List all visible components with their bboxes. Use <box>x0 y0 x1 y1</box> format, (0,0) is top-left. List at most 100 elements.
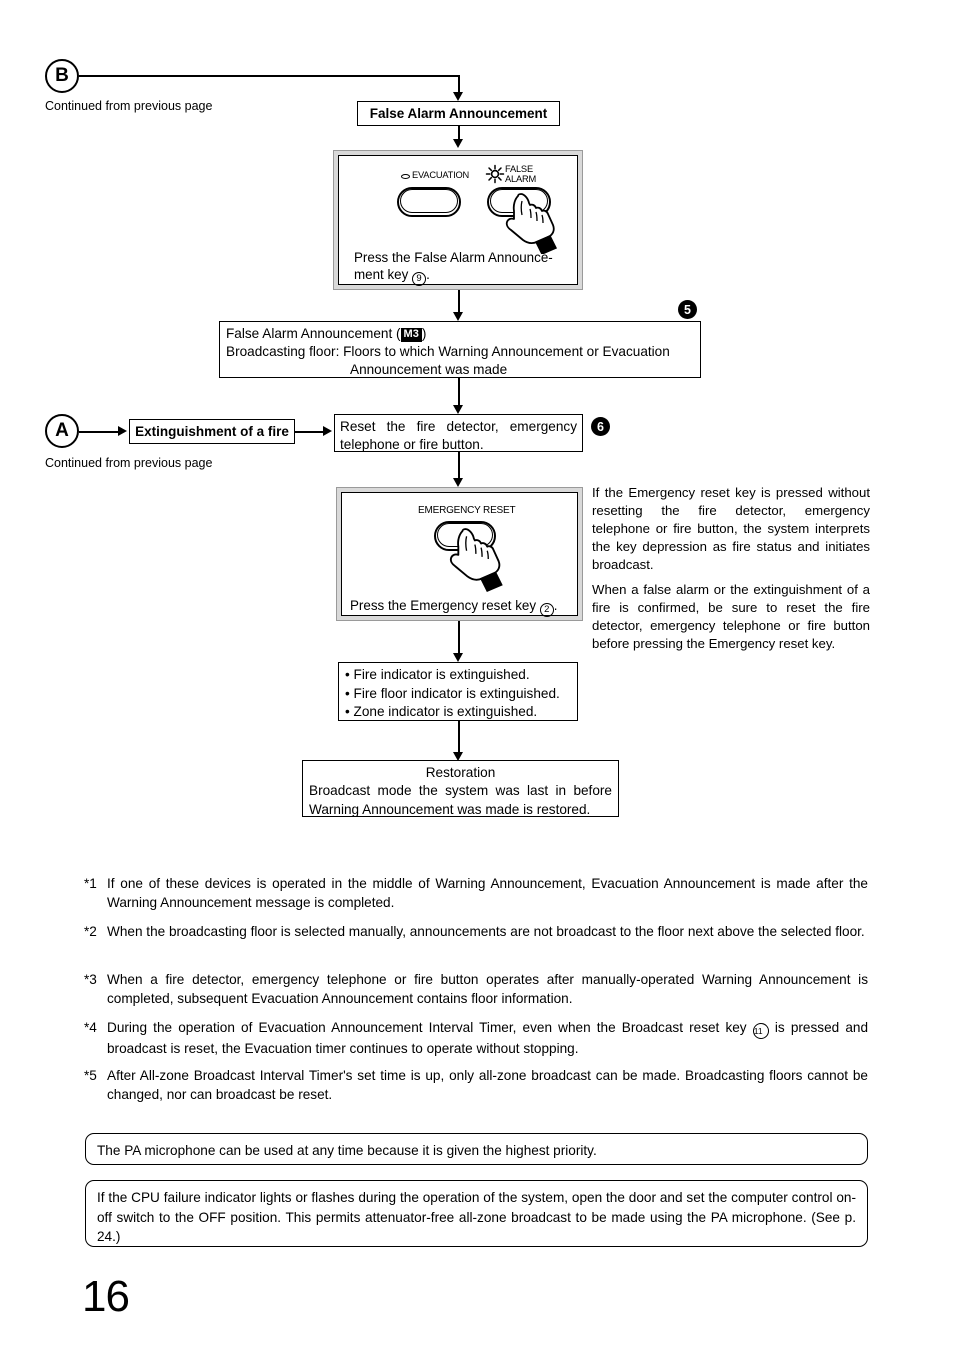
flow-arrow-announcement-to-reset <box>453 405 463 414</box>
flow-line-b-vertical <box>458 75 460 93</box>
emergency-reset-caption-text: Press the Emergency reset key <box>350 598 537 613</box>
false-alarm-key-panel-inner: EVACUATION FALSE ALARM Press the False A… <box>338 155 578 287</box>
note-box-cpu-failure: If the CPU failure indicator lights or f… <box>85 1180 868 1247</box>
footnote-4-text-before: During the operation of Evacuation Annou… <box>107 1020 747 1035</box>
flow-line-header-to-panel <box>458 126 460 140</box>
footnote-2: *2 When the broadcasting floor is select… <box>84 922 868 941</box>
connector-b-label: B <box>55 65 69 86</box>
reset-box-line2: telephone or fire button. <box>340 436 484 452</box>
pointing-hand-icon-2 <box>449 528 503 592</box>
footnote-3: *3 When a fire detector, emergency telep… <box>84 970 868 1009</box>
false-alarm-panel-caption: Press the False Alarm Announce- ment key… <box>354 249 569 287</box>
reset-fire-detector-box: Reset the fire detector, emergency telep… <box>334 414 583 452</box>
connector-b: B <box>45 59 79 93</box>
note-box-cpu-failure-text: If the CPU failure indicator lights or f… <box>97 1190 856 1245</box>
step-marker-5-label: 5 <box>684 302 691 317</box>
flow-arrow-panel2-to-indicators <box>453 653 463 662</box>
extinguishment-of-fire-label: Extinguishment of a fire <box>135 424 289 439</box>
false-alarm-led-flashing-icon <box>485 164 505 184</box>
footnote-2-mark: *2 <box>84 924 97 939</box>
m3-badge: M3 <box>400 328 422 342</box>
footnote-5-text: After All-zone Broadcast Interval Timer'… <box>107 1068 868 1103</box>
false-alarm-caption-period: . <box>426 267 430 283</box>
restoration-box: Restoration Broadcast mode the system wa… <box>302 760 619 817</box>
footnote-4-text: During the operation of Evacuation Annou… <box>107 1018 868 1058</box>
page-number: 16 <box>82 1272 130 1321</box>
flow-line-b-horizontal <box>79 75 459 77</box>
broadcasting-floor-label: Broadcasting floor: <box>226 344 340 360</box>
reset-box-line1: Reset the fire detector, emergency <box>340 419 577 434</box>
emergency-reset-panel-caption: Press the Emergency reset key 2. <box>350 597 580 617</box>
footnote-1-mark: *1 <box>84 876 97 891</box>
announcement-detail-line1-prefix: False Alarm Announcement ( <box>226 326 401 341</box>
footnote-1-text: If one of these devices is operated in t… <box>107 876 868 911</box>
emergency-reset-key-label: EMERGENCY RESET <box>418 505 516 516</box>
flow-arrow-panel-to-announcement <box>453 312 463 321</box>
indicator-item-label: Fire indicator is extinguished. <box>353 667 530 682</box>
connector-a-label: A <box>55 420 69 441</box>
flow-line-announcement-to-reset <box>458 378 460 406</box>
footnote-5-mark: *5 <box>84 1068 97 1083</box>
footnote-1: *1 If one of these devices is operated i… <box>84 874 868 913</box>
indicator-item-label: Fire floor indicator is extinguished. <box>353 685 560 701</box>
pointing-hand-icon <box>505 193 558 254</box>
evacuation-led-icon <box>401 174 410 179</box>
footnote-2-text: When the broadcasting floor is selected … <box>107 924 865 939</box>
footnote-4: *4 During the operation of Evacuation An… <box>84 1018 868 1058</box>
restoration-line2: Warning Announcement was made is restore… <box>309 801 591 817</box>
false-alarm-key-label-line2: ALARM <box>505 174 537 184</box>
footnote-5: *5 After All-zone Broadcast Interval Tim… <box>84 1066 868 1105</box>
flow-arrow-reset-to-panel2 <box>453 478 463 487</box>
flow-line-a-to-extinguishment <box>79 431 118 433</box>
false-alarm-caption-ref: 9 <box>412 272 427 287</box>
note-box-pa-microphone: The PA microphone can be used at any tim… <box>85 1133 868 1165</box>
footnote-3-mark: *3 <box>84 972 97 987</box>
indicator-item-label: Zone indicator is extinguished. <box>353 704 538 720</box>
false-alarm-announcement-header: False Alarm Announcement <box>357 101 560 126</box>
evacuation-key-inner <box>400 189 458 213</box>
restoration-title: Restoration <box>425 765 496 780</box>
flow-line-panel2-to-indicators <box>458 621 460 654</box>
flow-arrow-b <box>453 92 463 101</box>
broadcasting-floor-text: Floors to which Warning Announcement or … <box>343 344 670 360</box>
false-alarm-announcement-header-label: False Alarm Announcement <box>369 106 548 121</box>
false-alarm-announcement-detail-box: False Alarm Announcement (M3) Broadcasti… <box>219 321 701 378</box>
step-marker-6-label: 6 <box>597 419 604 434</box>
sidenote-2: When a false alarm or the extinguishment… <box>592 582 870 652</box>
false-alarm-key-label-line1: FALSE <box>505 164 533 174</box>
indicator-item: • Fire indicator is extinguished. <box>345 667 530 682</box>
false-alarm-key-panel: EVACUATION FALSE ALARM Press the False A… <box>333 150 583 290</box>
flow-line-indicators-to-restoration <box>458 721 460 753</box>
sidenote-1: If the Emergency reset key is pressed wi… <box>592 485 870 573</box>
connector-a-caption: Continued from previous page <box>45 456 213 470</box>
announcement-detail-line2: Broadcasting floor: Floors to which Warn… <box>226 343 694 361</box>
footnote-3-text: When a fire detector, emergency telephon… <box>107 972 868 1007</box>
flow-arrow-extinguishment-to-reset <box>323 426 332 436</box>
restoration-line1: Broadcast mode the system was last in be… <box>309 783 612 799</box>
flow-line-panel-to-announcement <box>458 290 460 313</box>
emergency-reset-key-panel-inner: EMERGENCY RESET Press the Emergency rese… <box>341 492 580 617</box>
announcement-detail-line1: False Alarm Announcement (M3) <box>226 325 694 343</box>
flow-arrow-header-to-panel <box>453 139 463 148</box>
emergency-reset-caption-ref: 2 <box>539 603 554 617</box>
connector-b-caption: Continued from previous page <box>45 99 213 113</box>
announcement-detail-line3: Announcement was made <box>226 361 694 379</box>
indicator-item: • Fire floor indicator is extinguished. <box>345 685 560 701</box>
emergency-reset-key-panel: EMERGENCY RESET Press the Emergency rese… <box>336 487 583 621</box>
false-alarm-caption-line2: ment key <box>354 267 409 283</box>
connector-a: A <box>45 414 79 448</box>
flow-line-reset-to-panel2 <box>458 452 460 479</box>
note-box-pa-microphone-text: The PA microphone can be used at any tim… <box>97 1143 597 1158</box>
step-marker-5: 5 <box>678 300 697 319</box>
announcement-detail-line1-suffix: ) <box>421 326 427 341</box>
indicator-extinguished-box: • Fire indicator is extinguished. • Fire… <box>338 662 578 721</box>
flow-line-extinguishment-to-reset <box>295 431 323 433</box>
evacuation-key-label: EVACUATION <box>412 170 470 180</box>
flow-arrow-a-to-extinguishment <box>118 426 127 436</box>
false-alarm-caption-line1: Press the False Alarm Announce- <box>354 250 553 265</box>
emergency-reset-caption-period: . <box>553 598 558 613</box>
footnote-4-mark: *4 <box>84 1020 97 1035</box>
indicator-item: • Zone indicator is extinguished. <box>345 704 538 720</box>
step-marker-6: 6 <box>591 417 610 436</box>
footnote-4-ref: 11 <box>752 1023 769 1039</box>
